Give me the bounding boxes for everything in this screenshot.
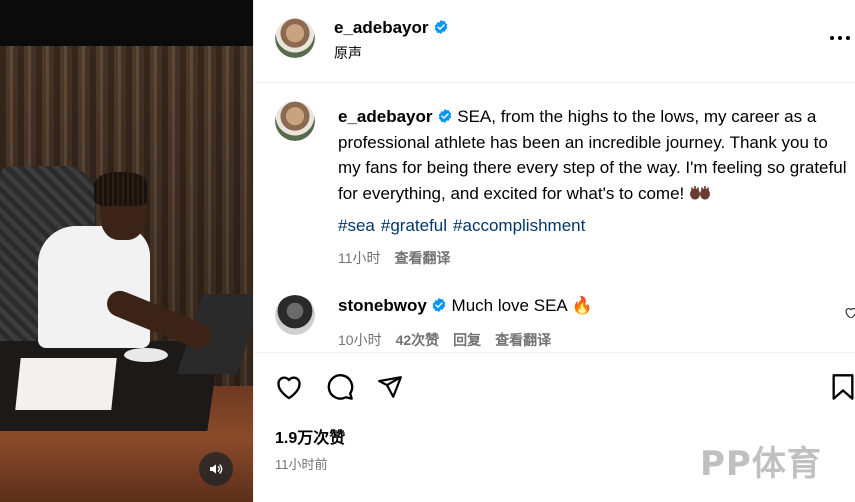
comment: stonebwoy Much love SEA 🔥: [338, 296, 593, 316]
caption-avatar[interactable]: [275, 101, 315, 141]
verified-badge-icon: [438, 109, 451, 123]
owner-username[interactable]: e_adebayor: [334, 18, 429, 37]
caption-meta: 11小时 查看翻译: [338, 248, 465, 268]
fire-emoji: 🔥: [571, 296, 593, 315]
reply-link[interactable]: 回复: [453, 332, 481, 348]
comment-icon: [327, 374, 354, 400]
post-details-panel: e_adebayor 原声 e_adebayor SEA, from the h…: [253, 0, 855, 502]
like-button[interactable]: [273, 371, 305, 403]
share-button[interactable]: [374, 371, 406, 403]
bookmark-icon: [832, 374, 854, 400]
more-options-button[interactable]: [830, 28, 855, 48]
video-letterbox: [0, 0, 253, 46]
comment-likes[interactable]: 42次赞: [396, 332, 440, 348]
comment-meta: 10小时 42次赞 回复 查看翻译: [338, 330, 565, 350]
hashtag-link[interactable]: #accomplishment: [453, 216, 585, 235]
caption-username[interactable]: e_adebayor: [338, 107, 433, 126]
comment-translate-link[interactable]: 查看翻译: [495, 332, 551, 348]
save-button[interactable]: [830, 371, 855, 403]
heart-icon: [277, 376, 301, 400]
post-video[interactable]: [0, 0, 253, 502]
actions-divider: [254, 352, 855, 353]
commenter-username[interactable]: stonebwoy: [338, 296, 427, 315]
commenter-avatar[interactable]: [275, 295, 315, 335]
instagram-post-view: e_adebayor 原声 e_adebayor SEA, from the h…: [0, 0, 855, 502]
verified-badge-icon: [434, 20, 447, 34]
owner-avatar[interactable]: [275, 18, 315, 58]
watermark-logo: PP体育: [700, 444, 822, 484]
share-icon: [378, 376, 402, 398]
comment-button[interactable]: [324, 371, 356, 403]
comment-timestamp[interactable]: 10小时: [338, 332, 382, 348]
video-frame: [0, 46, 253, 502]
person: [38, 226, 150, 348]
more-dots-icon: [830, 36, 834, 40]
caption-translate-link[interactable]: 查看翻译: [395, 250, 451, 266]
verified-badge-icon: [432, 298, 446, 312]
paper: [15, 358, 117, 410]
hands-up-emoji: [690, 185, 710, 199]
caption-timestamp[interactable]: 11小时: [338, 250, 381, 266]
hashtag-link[interactable]: #grateful: [381, 216, 447, 235]
post-timestamp[interactable]: 11小时前: [275, 454, 328, 473]
owner-username-row: e_adebayor: [334, 18, 449, 38]
mute-toggle-button[interactable]: [199, 452, 233, 486]
speaker-icon: [210, 464, 223, 474]
comment-text: Much love SEA: [451, 296, 567, 315]
computer-mouse: [124, 348, 168, 362]
hashtag-link[interactable]: #sea: [338, 216, 375, 235]
comment-like-button[interactable]: [844, 306, 855, 318]
audio-label[interactable]: 原声: [334, 43, 362, 63]
post-caption: e_adebayor SEA, from the highs to the lo…: [338, 104, 848, 206]
heart-icon: [845, 308, 855, 318]
likes-count[interactable]: 1.9万次赞: [275, 424, 345, 448]
caption-hashtags: #sea #grateful #accomplishment: [338, 216, 591, 236]
post-header: e_adebayor 原声: [254, 0, 855, 83]
